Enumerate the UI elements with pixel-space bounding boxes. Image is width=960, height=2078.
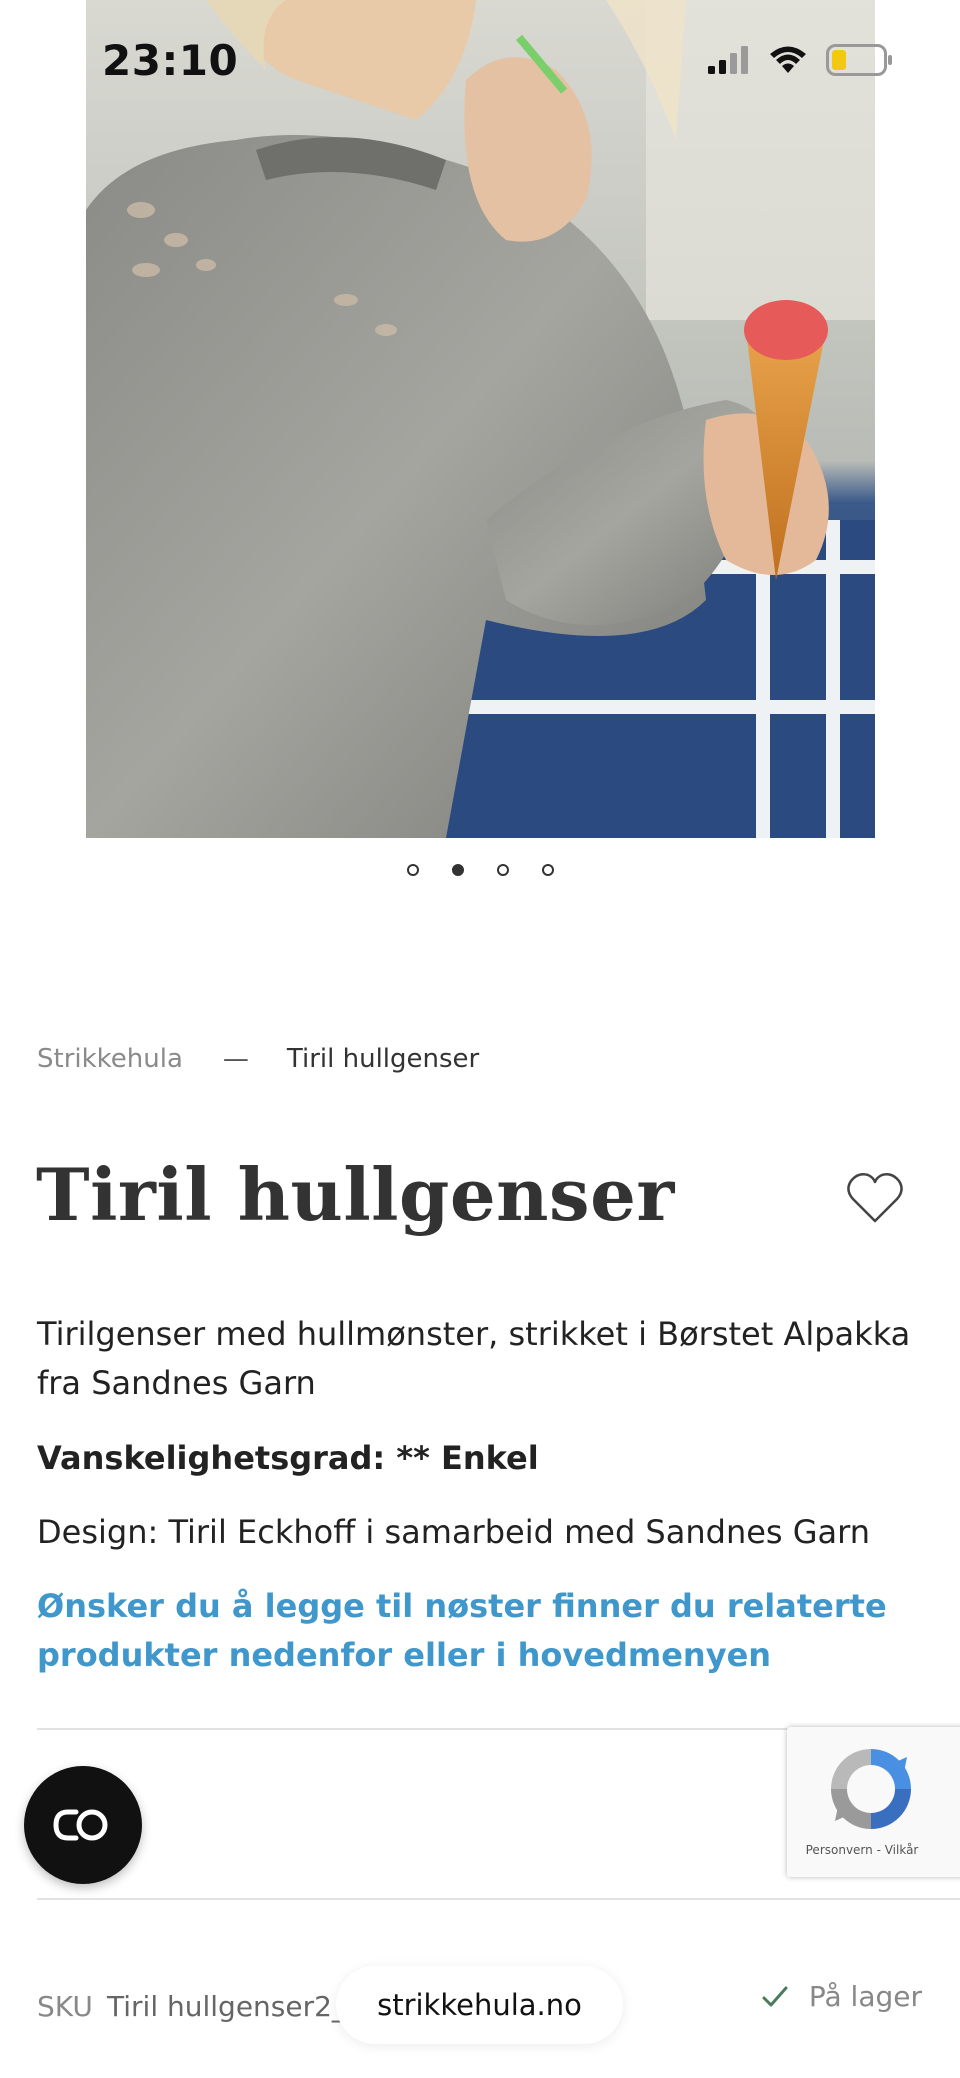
recaptcha-badge[interactable]: Personvern - Vilkår	[787, 1727, 960, 1877]
battery-icon	[826, 44, 892, 76]
cellular-signal-icon	[708, 46, 748, 74]
product-title: Tiril hullgenser	[36, 1152, 675, 1237]
breadcrumb: Strikkehula — Tiril hullgenser	[37, 1044, 479, 1074]
breadcrumb-current: Tiril hullgenser	[286, 1044, 480, 1074]
breadcrumb-separator: —	[222, 1044, 249, 1074]
url-text: strikkehula.no	[377, 1988, 582, 2022]
chat-button[interactable]	[24, 1766, 142, 1884]
carousel-dots	[0, 864, 960, 876]
sku-label: SKU	[37, 1990, 93, 2023]
product-design-credit: Design: Tiril Eckhoff i samarbeid med Sa…	[37, 1513, 871, 1551]
recaptcha-logo-icon	[831, 1749, 911, 1829]
product-difficulty: Vanskelighetsgrad: ** Enkel	[37, 1439, 539, 1477]
product-description: Tirilgenser med hullmønster, strikket i …	[37, 1315, 911, 1402]
stock-label: På lager	[808, 1980, 922, 2013]
chat-link-icon	[53, 1809, 108, 1841]
wishlist-heart-icon[interactable]	[846, 1172, 904, 1224]
wifi-icon	[770, 46, 806, 73]
status-icons	[708, 44, 894, 76]
carousel-dot[interactable]	[541, 864, 554, 876]
stock-status: På lager	[761, 1980, 922, 2013]
carousel-dot[interactable]	[496, 864, 509, 876]
product-photo[interactable]	[86, 0, 875, 838]
product-image-gallery[interactable]	[0, 0, 960, 838]
divider	[37, 1898, 960, 1900]
checkmark-icon	[762, 1986, 788, 2006]
carousel-dot-active[interactable]	[451, 864, 464, 876]
status-time: 23:10	[102, 36, 239, 85]
recaptcha-links[interactable]: Personvern - Vilkår	[787, 1843, 937, 1857]
carousel-dot[interactable]	[406, 864, 419, 876]
yarn-info-note: Ønsker du å legge til nøster finner du r…	[37, 1587, 887, 1674]
sku-value: Tiril hullgenser2_	[107, 1990, 346, 2023]
browser-url-bar[interactable]: strikkehula.no	[336, 1966, 623, 2044]
breadcrumb-home-link[interactable]: Strikkehula	[37, 1044, 183, 1074]
